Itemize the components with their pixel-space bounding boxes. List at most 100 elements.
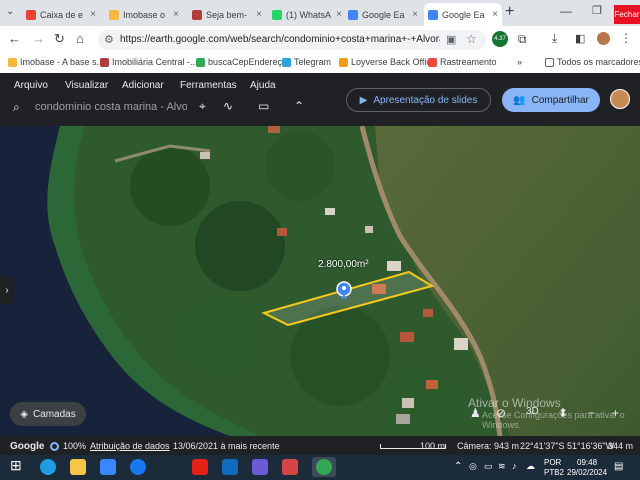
slideshow-button[interactable]: ▶ Apresentação de slides [346, 88, 491, 112]
ruler-icon[interactable]: ▭ [258, 99, 269, 113]
location-pin-icon[interactable]: ⌖ [199, 99, 206, 114]
tab-close-icon[interactable]: × [173, 9, 179, 20]
account-avatar[interactable] [610, 89, 630, 109]
tab-close-icon[interactable]: × [256, 9, 262, 20]
bookmark-label: Imobiliária Central -... [112, 57, 198, 67]
tab-6[interactable]: Google Ea × [424, 3, 502, 26]
screenshot-icon[interactable]: ▣ [446, 33, 456, 46]
clock-date[interactable]: 29/02/2024 [567, 468, 607, 477]
folder-icon [545, 57, 554, 67]
menu-visualizar[interactable]: Visualizar [65, 80, 108, 91]
menu-ajuda[interactable]: Ajuda [250, 80, 276, 91]
mail-icon[interactable] [100, 459, 116, 475]
notifications-icon[interactable]: ▤ [614, 461, 623, 472]
layers-button[interactable]: ◈ Camadas [10, 402, 86, 426]
url-text[interactable]: https://earth.google.com/web/search/cond… [120, 34, 440, 45]
camera-altitude: Câmera: 943 m [457, 441, 520, 451]
scale-bar [380, 444, 446, 449]
tab-close-icon[interactable]: × [90, 9, 96, 20]
bookmark-item[interactable]: Telegram [282, 57, 331, 67]
menu-adicionar[interactable]: Adicionar [122, 80, 164, 91]
download-icon[interactable]: ⤓ [552, 31, 557, 46]
satellite-map[interactable] [0, 126, 640, 436]
extension-badge[interactable]: 4.37 [492, 31, 508, 47]
google-logo: Google [10, 441, 45, 452]
file-explorer-icon[interactable] [70, 459, 86, 475]
reload-icon[interactable]: ↻ [54, 31, 65, 47]
clock-time[interactable]: 09:48 [577, 458, 597, 467]
tray-overflow-icon[interactable]: ⌃ [454, 461, 462, 472]
bookmark-label: Loyverse Back Office [351, 57, 436, 67]
battery-icon[interactable]: ▭ [484, 461, 493, 472]
all-bookmarks-folder[interactable]: Todos os marcadores [545, 57, 640, 67]
bookmark-label: Imobase - A base s... [20, 57, 105, 67]
zoom-in-icon[interactable]: + [612, 406, 619, 420]
close-window-button[interactable]: Fechar [614, 5, 640, 24]
tab-search-chevron-icon[interactable]: ⌄ [6, 6, 14, 17]
tab-title: Caixa de e [40, 9, 84, 20]
tab-title: Seja bem- [206, 9, 248, 20]
3d-toggle-icon[interactable]: 3D [526, 406, 539, 417]
bookmark-item[interactable]: Rastreamento [428, 57, 497, 67]
tab-close-icon[interactable]: × [336, 9, 342, 20]
extensions-puzzle-icon[interactable]: ⧉ [518, 32, 527, 47]
onedrive-icon[interactable]: ☁ [526, 461, 535, 472]
bookmark-item[interactable]: Loyverse Back Office [339, 57, 436, 67]
tab-2[interactable]: Imobase o × [105, 3, 183, 26]
tab-1[interactable]: Caixa de e × [22, 3, 100, 26]
search-input[interactable]: condominio costa marina - Alvora [35, 101, 187, 113]
chevron-up-icon[interactable]: ⌃ [294, 99, 304, 113]
compass-icon[interactable]: ⬍ [558, 406, 568, 420]
tab-favicon-icon [428, 9, 438, 20]
youtube-icon[interactable] [192, 459, 208, 475]
tab-4[interactable]: (1) WhatsA × [268, 3, 346, 26]
forward-arrow-icon[interactable]: → [32, 31, 45, 46]
bookmark-item[interactable]: buscaCepEndereço [196, 57, 287, 67]
network-icon[interactable]: ◎ [469, 461, 477, 472]
tab-5[interactable]: Google Ea × [344, 3, 422, 26]
new-tab-button[interactable]: + [505, 3, 514, 21]
coordinates: 22°41'37"S 51°16'36"W [520, 441, 615, 451]
tab-close-icon[interactable]: × [412, 9, 418, 20]
back-arrow-icon[interactable]: ← [8, 31, 21, 46]
expand-panel-chevron-icon[interactable]: › [0, 276, 14, 304]
profile-avatar[interactable] [597, 32, 610, 45]
search-icon[interactable]: ⌕ [13, 100, 20, 115]
share-button[interactable]: 👥 Compartilhar [502, 88, 600, 112]
maximize-icon[interactable]: ❐ [592, 4, 602, 17]
chrome-menu-icon[interactable]: ⋮ [620, 31, 632, 45]
edge-icon[interactable] [40, 459, 56, 475]
wifi-icon[interactable]: ≋ [498, 461, 506, 472]
street-view-pegman-icon[interactable]: ♟ [470, 406, 481, 420]
site-info-icon[interactable]: ⚙ [104, 33, 114, 46]
facebook-icon[interactable] [130, 459, 146, 475]
outlook-icon[interactable] [222, 459, 238, 475]
language-code[interactable]: POR [544, 458, 561, 467]
chrome-icon [316, 459, 332, 475]
windows-start-icon[interactable]: ⊞ [10, 457, 26, 473]
menu-ferramentas[interactable]: Ferramentas [180, 80, 237, 91]
bookmark-item[interactable]: Imobase - A base s... [8, 57, 104, 67]
loading-circle-icon [50, 442, 59, 451]
tab-title: Google Ea [362, 9, 405, 20]
tab-close-icon[interactable]: × [492, 9, 498, 20]
volume-icon[interactable]: ♪ [512, 461, 517, 471]
bookmark-star-icon[interactable]: ☆ [466, 32, 477, 46]
bookmarks-overflow[interactable]: » [517, 57, 522, 67]
bookmark-label: Rastreamento [440, 57, 497, 67]
home-icon[interactable]: ⌂ [76, 31, 84, 46]
data-attribution-link[interactable]: Atribuição de dados [90, 441, 170, 451]
zoom-out-icon[interactable]: − [588, 406, 595, 420]
bookmark-item[interactable]: Imobiliária Central -... [100, 57, 198, 67]
route-icon[interactable]: ∿ [223, 99, 233, 113]
minimize-icon[interactable]: — [560, 4, 572, 18]
wps-office-icon[interactable] [282, 459, 298, 475]
menu-arquivo[interactable]: Arquivo [14, 80, 48, 91]
keyboard-layout[interactable]: PTB2 [544, 468, 564, 477]
tab-3[interactable]: Seja bem- × [188, 3, 266, 26]
photos-off-icon[interactable]: ⊘ [496, 406, 506, 420]
add-person-icon: 👥 [513, 94, 526, 106]
app-icon[interactable] [252, 459, 268, 475]
side-panel-icon[interactable]: ◧ [575, 32, 585, 45]
render-quality: 100% [63, 441, 87, 451]
